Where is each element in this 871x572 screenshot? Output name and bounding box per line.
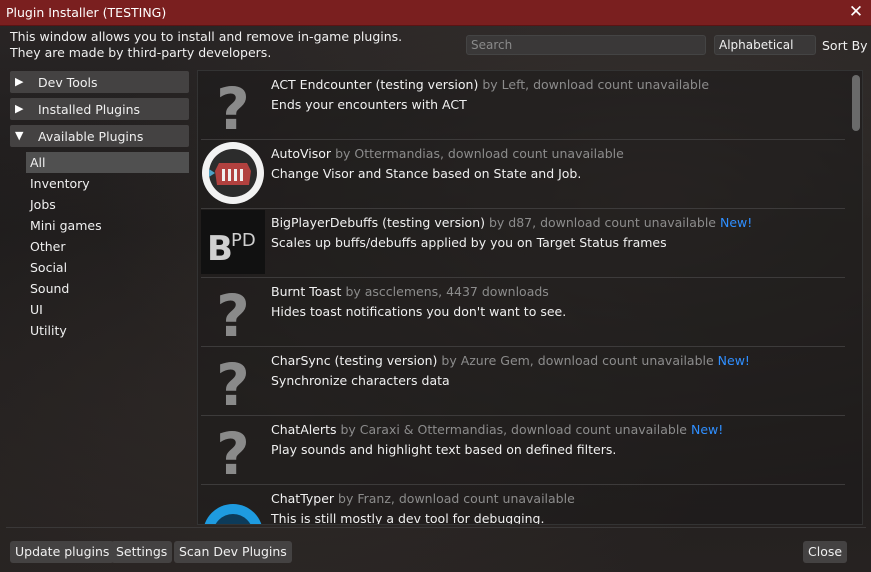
footer-divider (6, 527, 866, 528)
intro-line-1: This window allows you to install and re… (10, 29, 403, 44)
category-mini-games[interactable]: Mini games (26, 215, 189, 236)
plugin-meta: by Left, download count unavailable (482, 77, 710, 92)
plugin-title: CharSync (testing version) by Azure Gem,… (271, 353, 750, 368)
plugin-meta: by Caraxi & Ottermandias, download count… (340, 422, 687, 437)
plugin-description: Ends your encounters with ACT (271, 97, 467, 112)
plugin-meta: by Franz, download count unavailable (338, 491, 575, 506)
question-icon: ? (216, 420, 250, 481)
settings-button[interactable]: Settings (111, 541, 173, 563)
window-titlebar[interactable]: Plugin Installer (TESTING) ✕ (0, 0, 871, 26)
sidebar: ▶ Dev Tools ▶ Installed Plugins ▼ Availa… (10, 71, 189, 341)
plugin-description: Scales up buffs/debuffs applied by you o… (271, 235, 667, 250)
intro-text: This window allows you to install and re… (10, 29, 402, 61)
chattyper-icon: ? (204, 504, 262, 525)
close-icon[interactable]: ✕ (847, 2, 865, 22)
close-button[interactable]: Close (803, 541, 848, 563)
plugin-title: AutoVisor by Ottermandias, download coun… (271, 146, 624, 161)
plugin-description: Play sounds and highlight text based on … (271, 442, 617, 457)
plugin-title: ChatTyper by Franz, download count unava… (271, 491, 575, 506)
question-icon: ? (216, 282, 250, 343)
group-dev-tools[interactable]: ▶ Dev Tools (10, 71, 189, 93)
group-label: Dev Tools (38, 75, 98, 90)
scrollbar-thumb[interactable] (852, 75, 860, 131)
svg-text:B: B (207, 229, 233, 269)
plugin-name: AutoVisor (271, 146, 332, 161)
group-label: Installed Plugins (38, 102, 141, 117)
triangle-right-icon: ▶ (15, 102, 24, 115)
plugin-meta: by Azure Gem, download count unavailable (441, 353, 714, 368)
plugin-row[interactable]: ? ChatAlerts by Caraxi & Ottermandias, d… (201, 416, 845, 485)
sort-label: Sort By (822, 38, 868, 53)
new-badge: New! (717, 353, 750, 368)
svg-text:?: ? (226, 522, 240, 525)
plugin-name: ChatAlerts (271, 422, 337, 437)
svg-text:?: ? (216, 75, 250, 136)
plugin-meta: by Ottermandias, download count unavaila… (335, 146, 624, 161)
svg-text:PD: PD (231, 230, 256, 251)
plugin-row[interactable]: ? ChatTyper by Franz, download count una… (201, 485, 845, 525)
plugin-row[interactable]: ? CharSync (testing version) by Azure Ge… (201, 347, 845, 416)
plugin-row[interactable]: ? Burnt Toast by ascclemens, 4437 downlo… (201, 278, 845, 347)
new-badge: New! (690, 422, 724, 437)
category-all[interactable]: All (26, 152, 189, 173)
plugin-title: ChatAlerts by Caraxi & Ottermandias, dow… (271, 422, 723, 437)
plugin-name: ChatTyper (271, 491, 335, 506)
intro-line-2: They are made by third-party developers. (10, 45, 272, 60)
plugin-description: Synchronize characters data (271, 373, 450, 388)
update-plugins-button[interactable]: Update plugins (10, 541, 115, 563)
svg-text:?: ? (216, 420, 250, 481)
plugin-meta: by ascclemens, 4437 downloads (345, 284, 549, 299)
svg-text:?: ? (216, 351, 250, 412)
group-label: Available Plugins (38, 129, 144, 144)
plugin-name: Burnt Toast (271, 284, 342, 299)
plugin-list[interactable]: ? ACT Endcounter (testing version) by Le… (197, 70, 863, 525)
new-badge: New! (719, 215, 753, 230)
category-inventory[interactable]: Inventory (26, 173, 189, 194)
search-input[interactable] (466, 35, 706, 55)
plugin-meta: by d87, download count unavailable (488, 215, 716, 230)
category-jobs[interactable]: Jobs (26, 194, 189, 215)
plugin-row[interactable]: B PD BigPlayerDebuffs (testing version) … (201, 209, 845, 278)
triangle-down-icon: ▼ (15, 129, 24, 142)
plugin-description: Change Visor and Stance based on State a… (271, 166, 582, 181)
bpd-icon: B PD (201, 210, 265, 274)
plugin-description: This is still mostly a dev tool for debu… (271, 511, 545, 525)
sort-dropdown[interactable]: Alphabetical (714, 35, 816, 55)
category-other[interactable]: Other (26, 236, 189, 257)
category-utility[interactable]: Utility (26, 320, 189, 341)
window-title: Plugin Installer (TESTING) (6, 5, 167, 20)
question-icon: ? (216, 75, 250, 136)
triangle-right-icon: ▶ (15, 75, 24, 88)
category-ui[interactable]: UI (26, 299, 189, 320)
group-installed-plugins[interactable]: ▶ Installed Plugins (10, 98, 189, 120)
plugin-name: BigPlayerDebuffs (testing version) (271, 215, 485, 230)
plugin-description: Hides toast notifications you don't want… (271, 304, 567, 319)
category-social[interactable]: Social (26, 257, 189, 278)
plugin-row[interactable]: ? ACT Endcounter (testing version) by Le… (201, 71, 845, 140)
group-available-plugins[interactable]: ▼ Available Plugins (10, 125, 189, 147)
scan-dev-plugins-button[interactable]: Scan Dev Plugins (174, 541, 292, 563)
visor-icon (202, 142, 264, 204)
plugin-title: ACT Endcounter (testing version) by Left… (271, 77, 709, 92)
question-icon: ? (216, 351, 250, 412)
plugin-row[interactable]: AutoVisor by Ottermandias, download coun… (201, 140, 845, 209)
plugin-title: BigPlayerDebuffs (testing version) by d8… (271, 215, 752, 230)
plugin-name: CharSync (testing version) (271, 353, 438, 368)
svg-text:?: ? (216, 282, 250, 343)
category-list: All Inventory Jobs Mini games Other Soci… (10, 152, 189, 341)
plugin-title: Burnt Toast by ascclemens, 4437 download… (271, 284, 549, 299)
plugin-name: ACT Endcounter (testing version) (271, 77, 479, 92)
category-sound[interactable]: Sound (26, 278, 189, 299)
